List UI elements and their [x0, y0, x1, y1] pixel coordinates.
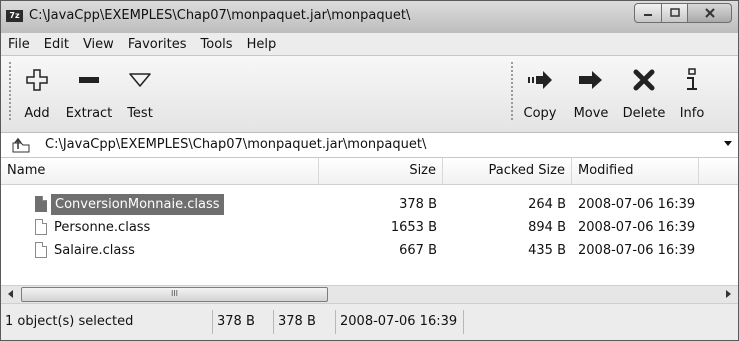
copy-label: Copy [523, 106, 557, 121]
status-modified: 2008-07-06 16:39 [336, 310, 464, 334]
close-icon [704, 8, 715, 18]
file-modified: 2008-07-06 16:39 [578, 220, 696, 235]
file-packed-size: 894 B [528, 220, 566, 235]
file-icon [35, 242, 47, 258]
scrollbar-thumb[interactable]: III [21, 287, 328, 302]
table-row[interactable]: ConversionMonnaie.class 378 B 264 B 2008… [1, 193, 738, 216]
address-dropdown-icon[interactable] [724, 141, 732, 146]
status-selection: 1 object(s) selected [1, 310, 213, 334]
info-label: Info [679, 106, 705, 121]
close-button[interactable] [688, 3, 732, 23]
add-icon [26, 69, 48, 91]
file-packed-size: 264 B [528, 197, 566, 212]
file-icon [35, 196, 47, 212]
copy-button[interactable]: Copy [516, 56, 564, 132]
file-name: ConversionMonnaie.class [51, 194, 224, 215]
delete-icon [633, 69, 655, 91]
up-folder-button[interactable] [11, 137, 31, 156]
add-button[interactable]: Add [15, 56, 59, 132]
file-list: Name Size Packed Size Modified Conversio… [1, 158, 738, 285]
horizontal-scrollbar[interactable]: III [1, 285, 738, 304]
test-label: Test [127, 106, 153, 121]
list-header: Name Size Packed Size Modified [1, 158, 738, 185]
scroll-right-icon[interactable] [726, 290, 731, 298]
scroll-left-icon[interactable] [8, 290, 13, 298]
extract-label: Extract [65, 106, 113, 121]
copy-icon [528, 71, 552, 89]
move-icon [579, 71, 602, 89]
file-size: 1653 B [390, 220, 437, 235]
status-packed-size: 378 B [274, 310, 336, 334]
column-packed-size[interactable]: Packed Size [443, 158, 572, 184]
move-button[interactable]: Move [565, 56, 617, 132]
delete-label: Delete [622, 106, 666, 121]
window-controls [634, 3, 732, 23]
title-bar[interactable]: 7z C:\JavaCpp\EXEMPLES\Chap07\monpaquet.… [1, 1, 738, 33]
file-size: 378 B [399, 197, 437, 212]
file-icon [35, 219, 47, 235]
status-bar: 1 object(s) selected 378 B 378 B 2008-07… [1, 304, 738, 340]
maximize-button[interactable] [662, 3, 688, 23]
menu-favorites[interactable]: Favorites [121, 37, 194, 52]
window-title: C:\JavaCpp\EXEMPLES\Chap07\monpaquet.jar… [29, 8, 411, 23]
test-button[interactable]: Test [119, 56, 161, 132]
column-extra [699, 158, 738, 184]
up-folder-icon [12, 137, 30, 153]
menu-file[interactable]: File [1, 37, 37, 52]
menu-view[interactable]: View [76, 37, 121, 52]
file-modified: 2008-07-06 16:39 [578, 197, 696, 212]
table-row[interactable]: Salaire.class 667 B 435 B 2008-07-06 16:… [1, 239, 738, 262]
file-name: Personne.class [54, 220, 151, 235]
add-label: Add [24, 106, 50, 121]
delete-button[interactable]: Delete [617, 56, 671, 132]
toolbar: Add Extract Test Copy Move Delete Info [1, 56, 738, 133]
column-modified[interactable]: Modified [572, 158, 699, 184]
address-bar: C:\JavaCpp\EXEMPLES\Chap07\monpaquet.jar… [1, 133, 738, 158]
table-row[interactable]: Personne.class 1653 B 894 B 2008-07-06 1… [1, 216, 738, 239]
menu-tools[interactable]: Tools [194, 37, 240, 52]
column-size[interactable]: Size [319, 158, 443, 184]
toolbar-grip-right[interactable] [511, 62, 513, 122]
test-icon [129, 73, 151, 87]
move-label: Move [573, 106, 609, 121]
extract-icon [79, 77, 99, 83]
info-button[interactable]: Info [673, 56, 711, 132]
file-packed-size: 435 B [528, 243, 566, 258]
file-modified: 2008-07-06 16:39 [578, 243, 696, 258]
file-name: Salaire.class [54, 243, 135, 258]
minimize-button[interactable] [634, 3, 662, 23]
archive-window: 7z C:\JavaCpp\EXEMPLES\Chap07\monpaquet.… [0, 0, 739, 341]
file-size: 667 B [399, 243, 437, 258]
minimize-icon [644, 14, 652, 16]
toolbar-grip-left[interactable] [9, 62, 11, 122]
menu-bar: File Edit View Favorites Tools Help [1, 33, 738, 56]
app-7zip-icon: 7z [6, 10, 23, 22]
maximize-icon [669, 8, 680, 17]
address-path[interactable]: C:\JavaCpp\EXEMPLES\Chap07\monpaquet.jar… [45, 137, 426, 152]
menu-edit[interactable]: Edit [37, 37, 76, 52]
status-size: 378 B [213, 310, 274, 334]
extract-button[interactable]: Extract [60, 56, 118, 132]
column-name[interactable]: Name [1, 158, 319, 184]
thumb-grip: III [170, 289, 179, 298]
menu-help[interactable]: Help [240, 37, 284, 52]
info-icon [687, 68, 697, 90]
